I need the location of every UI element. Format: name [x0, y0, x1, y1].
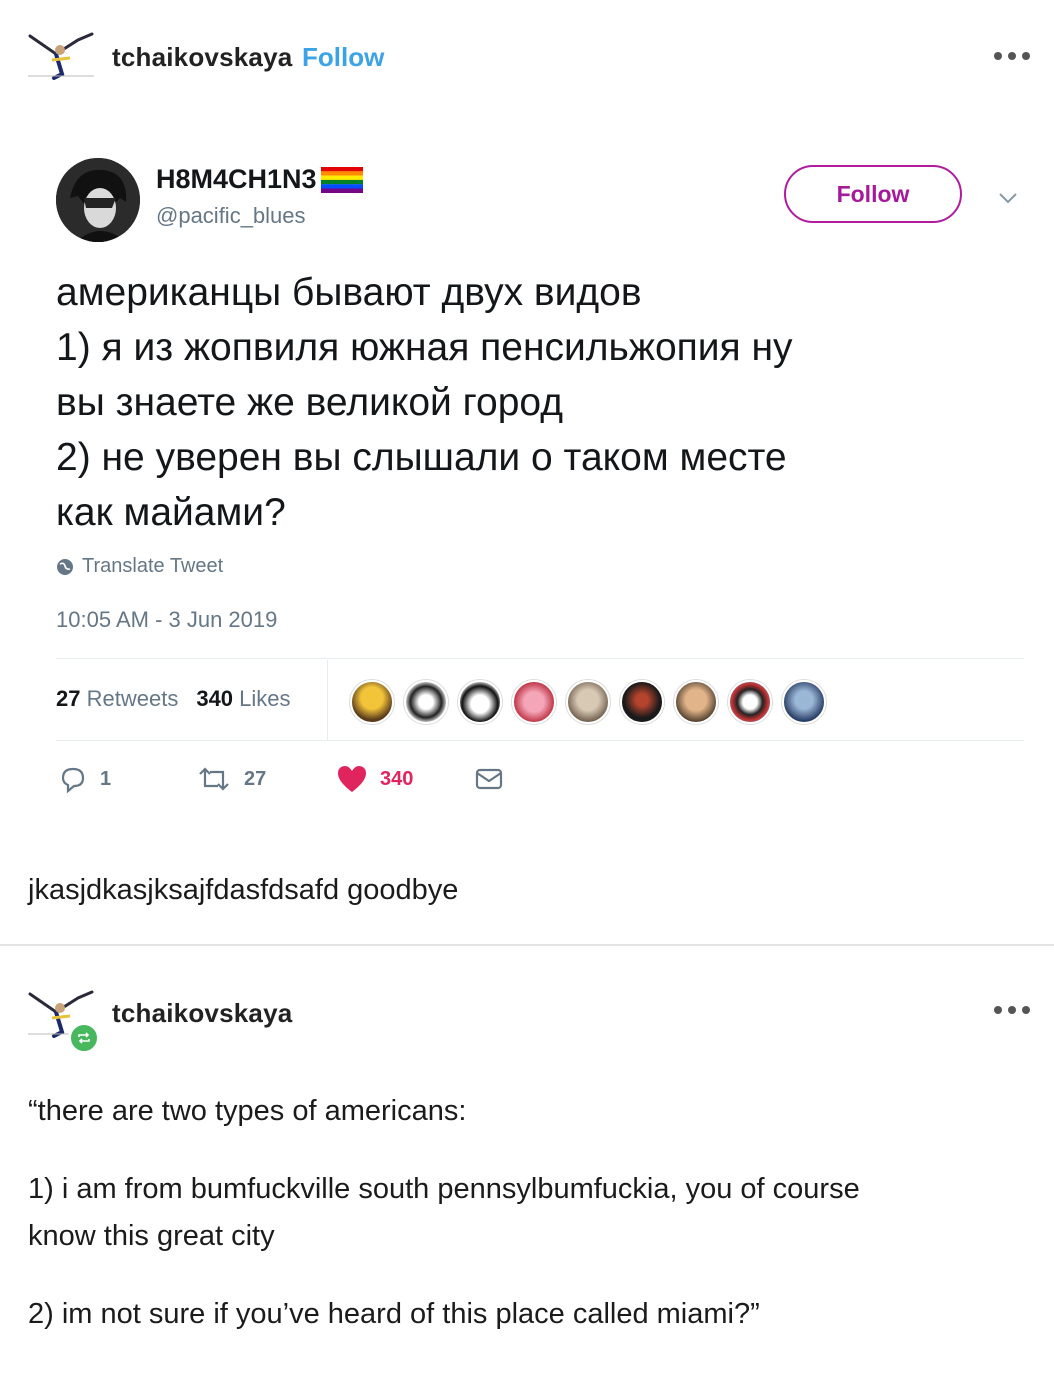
like-action[interactable]: 340	[336, 764, 413, 794]
paragraph-line: 1) i am from bumfuckville south pennsylb…	[28, 1173, 860, 1205]
profile-photo-icon	[56, 158, 140, 242]
retweet-count: 27	[244, 767, 267, 790]
reblog-badge-icon	[68, 1022, 100, 1054]
translate-tweet-link[interactable]: Translate Tweet	[56, 555, 223, 578]
chevron-down-icon[interactable]	[996, 186, 1020, 215]
follow-link[interactable]: Follow	[302, 42, 384, 73]
dm-action[interactable]	[474, 764, 504, 794]
retweet-icon	[199, 767, 229, 791]
post-username[interactable]: tchaikovskaya	[112, 42, 292, 73]
post-body: “there are two types of americans: 1) i …	[28, 1088, 1018, 1338]
heart-icon	[338, 766, 366, 792]
post-caption: jkasjdkasjksajfdasfdsafd goodbye	[28, 874, 459, 906]
tweet-text: американцы бывают двух видов 1) я из жоп…	[56, 265, 1016, 540]
gymnast-avatar-icon	[28, 32, 94, 80]
retweet-action[interactable]: 27	[196, 764, 266, 794]
liker-avatar[interactable]	[728, 680, 772, 724]
tweet-line: 2) не уверен вы слышали о таком месте	[56, 436, 787, 479]
more-options-icon[interactable]	[994, 1006, 1030, 1014]
liker-avatar[interactable]	[674, 680, 718, 724]
translate-label[interactable]: Translate Tweet	[82, 555, 223, 578]
tweet-line: вы знаете же великой город	[56, 381, 564, 424]
divider	[56, 658, 1024, 659]
liker-avatar[interactable]	[404, 680, 448, 724]
tweet-follow-button[interactable]: Follow	[784, 165, 962, 223]
tweet-display-name[interactable]: H8M4CH1N3	[156, 164, 317, 195]
post-username[interactable]: tchaikovskaya	[112, 998, 292, 1029]
liker-avatar[interactable]	[458, 680, 502, 724]
like-count: 340	[380, 767, 414, 790]
tweet-avatar[interactable]	[56, 158, 140, 242]
reply-icon	[61, 767, 85, 794]
tweet-stats: 27 Retweets 340 Likes	[56, 686, 291, 712]
liker-avatar[interactable]	[782, 680, 826, 724]
rainbow-flag-icon	[320, 166, 363, 193]
paragraph: 2) im not sure if you’ve heard of this p…	[28, 1298, 760, 1330]
post-divider	[0, 944, 1054, 946]
retweets-stat[interactable]: 27 Retweets	[56, 686, 178, 712]
globe-icon	[57, 558, 73, 575]
reply-count: 1	[100, 767, 112, 790]
divider	[56, 740, 1024, 741]
more-options-icon[interactable]	[994, 52, 1030, 60]
liker-avatar[interactable]	[512, 680, 556, 724]
reply-action[interactable]: 1	[58, 764, 111, 794]
tweet-handle[interactable]: @pacific_blues	[156, 203, 306, 229]
stats-separator	[327, 660, 328, 740]
liker-avatar[interactable]	[620, 680, 664, 724]
paragraph: “there are two types of americans:	[28, 1095, 467, 1127]
envelope-icon	[475, 768, 503, 790]
post-avatar[interactable]	[26, 30, 96, 85]
liker-avatars	[350, 680, 826, 724]
likes-stat[interactable]: 340 Likes	[196, 686, 290, 712]
tweet-line: 1) я из жопвиля южная пенсильжопия ну	[56, 326, 793, 369]
tweet-timestamp[interactable]: 10:05 AM - 3 Jun 2019	[56, 607, 277, 633]
liker-avatar[interactable]	[350, 680, 394, 724]
tweet-line: как майами?	[56, 491, 286, 534]
liker-avatar[interactable]	[566, 680, 610, 724]
paragraph-line: know this great city	[28, 1220, 275, 1252]
tweet-line: американцы бывают двух видов	[56, 271, 642, 314]
